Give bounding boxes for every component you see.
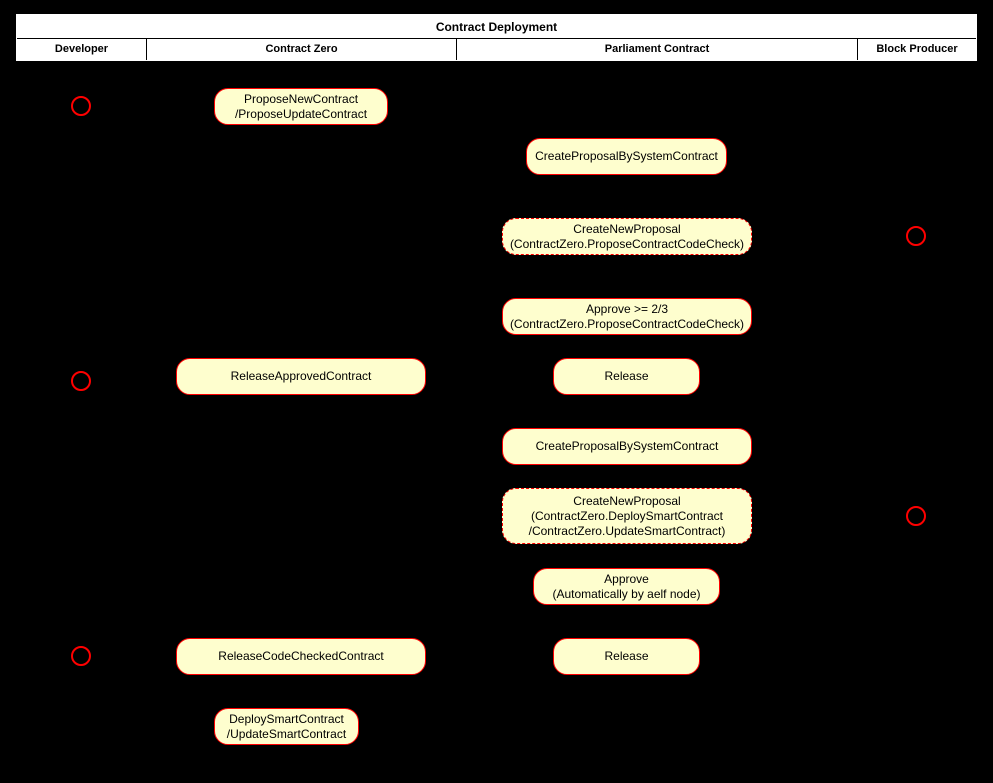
swimlane-name-row: Developer Contract Zero Parliament Contr…: [17, 39, 976, 60]
node-propose-new-contract[interactable]: ProposeNewContract /ProposeUpdateContrac…: [214, 88, 388, 125]
node-line: Release: [604, 649, 649, 663]
node-line: Approve: [604, 571, 649, 586]
developer-circle-3: [71, 646, 91, 666]
node-line: (ContractZero.ProposeContractCodeCheck): [509, 236, 745, 251]
node-create-proposal-by-system-contract-1[interactable]: CreateProposalBySystemContract: [526, 138, 727, 175]
node-line: (ContractZero.DeploySmartContract: [530, 508, 724, 523]
node-line: ReleaseApprovedContract: [230, 369, 372, 383]
node-create-proposal-by-system-contract-2[interactable]: CreateProposalBySystemContract: [502, 428, 752, 465]
developer-circle-2: [71, 371, 91, 391]
node-deploy-smart-contract[interactable]: DeploySmartContract /UpdateSmartContract: [214, 708, 359, 745]
diagram-canvas: Contract Deployment Developer Contract Z…: [0, 0, 993, 783]
node-release-code-checked-contract[interactable]: ReleaseCodeCheckedContract: [176, 638, 426, 675]
node-line: (Automatically by aelf node): [552, 586, 701, 601]
lane-header-contract-zero: Contract Zero: [147, 39, 457, 60]
block-producer-circle-2: [906, 506, 926, 526]
block-producer-circle-1: [906, 226, 926, 246]
node-release-approved-contract[interactable]: ReleaseApprovedContract: [176, 358, 426, 395]
node-line: CreateProposalBySystemContract: [535, 439, 719, 453]
lane-header-developer: Developer: [17, 39, 147, 60]
node-line: /ContractZero.UpdateSmartContract): [528, 523, 726, 538]
node-release-1[interactable]: Release: [553, 358, 700, 395]
node-line: ReleaseCodeCheckedContract: [218, 649, 384, 663]
node-line: /UpdateSmartContract: [226, 726, 347, 741]
node-approve-two-thirds[interactable]: Approve >= 2/3 (ContractZero.ProposeCont…: [502, 298, 752, 335]
node-approve-automatic[interactable]: Approve (Automatically by aelf node): [533, 568, 720, 605]
lane-header-parliament-contract: Parliament Contract: [457, 39, 858, 60]
node-line: (ContractZero.ProposeContractCodeCheck): [509, 316, 745, 331]
node-line: DeploySmartContract: [229, 711, 344, 726]
node-line: Approve >= 2/3: [585, 301, 669, 316]
node-line: ProposeNewContract: [243, 91, 359, 106]
diagram-title: Contract Deployment: [17, 15, 976, 39]
node-line: CreateNewProposal: [573, 493, 681, 508]
node-create-new-proposal-deploy[interactable]: CreateNewProposal (ContractZero.DeploySm…: [502, 488, 752, 544]
node-line: CreateNewProposal: [573, 221, 681, 236]
lane-header-block-producer: Block Producer: [876, 43, 958, 55]
developer-start-circle: [71, 96, 91, 116]
node-line: /ProposeUpdateContract: [234, 106, 368, 121]
node-line: CreateProposalBySystemContract: [535, 149, 718, 163]
node-release-2[interactable]: Release: [553, 638, 700, 675]
node-create-new-proposal-code-check[interactable]: CreateNewProposal (ContractZero.ProposeC…: [502, 218, 752, 255]
swimlane-header: Contract Deployment Developer Contract Z…: [16, 14, 977, 61]
node-line: Release: [604, 369, 649, 383]
